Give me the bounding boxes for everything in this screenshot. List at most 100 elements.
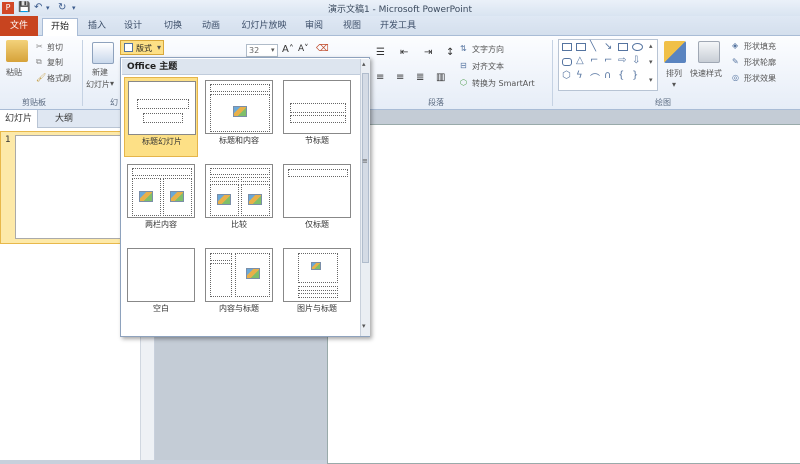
lightning-shape-icon[interactable]: ϟ bbox=[576, 70, 583, 81]
tab-view[interactable]: 视图 bbox=[338, 18, 366, 36]
quick-styles-label[interactable]: 快速样式 bbox=[690, 68, 722, 79]
shape-effects-icon[interactable]: ◎ bbox=[732, 73, 739, 82]
paste-label[interactable]: 粘贴 bbox=[6, 67, 22, 78]
right-brace-shape-icon[interactable]: } bbox=[632, 70, 638, 81]
paste-icon[interactable] bbox=[6, 40, 28, 62]
content-icons-icon bbox=[139, 191, 153, 202]
line-spacing-icon[interactable]: ↕ bbox=[446, 47, 454, 58]
tab-insert[interactable]: 插入 bbox=[82, 18, 112, 36]
copy-icon[interactable]: ⧉ bbox=[36, 57, 42, 67]
quick-styles-icon[interactable] bbox=[698, 41, 720, 63]
tab-slideshow[interactable]: 幻灯片放映 bbox=[236, 18, 292, 36]
shapes-gallery[interactable]: ╲ ↘ △ ⌐ ⌐ ⇨ ⇩ ⬡ ϟ ⌒ ∩ { } ▴ ▾ ▾ bbox=[558, 39, 658, 91]
format-painter-icon[interactable]: 🖌 bbox=[36, 73, 46, 82]
drawing-group-label: 绘图 bbox=[655, 98, 671, 107]
tab-home[interactable]: 开始 bbox=[42, 18, 78, 37]
new-slide-icon[interactable] bbox=[92, 42, 114, 64]
new-slide-dropdown-icon[interactable]: ▾ bbox=[110, 79, 114, 88]
shape-effects-label[interactable]: 形状效果 bbox=[744, 73, 776, 84]
arrow-line-shape-icon[interactable]: ↘ bbox=[604, 41, 612, 52]
elbow-arrow-shape-icon[interactable]: ⌐ bbox=[604, 55, 612, 66]
text-direction-icon[interactable]: ⇅ bbox=[460, 44, 467, 53]
decrease-indent-icon[interactable]: ⇤ bbox=[400, 47, 408, 58]
layout-title-slide[interactable]: 标题幻灯片 bbox=[124, 77, 198, 157]
triangle-shape-icon[interactable]: △ bbox=[576, 55, 584, 66]
increase-font-icon[interactable]: A˄ bbox=[282, 44, 294, 55]
left-brace-shape-icon[interactable]: { bbox=[618, 70, 624, 81]
gallery-more-icon[interactable]: ▾ bbox=[649, 76, 653, 84]
right-arrow-shape-icon[interactable]: ⇨ bbox=[618, 55, 626, 66]
elbow-connector-shape-icon[interactable]: ⌐ bbox=[590, 55, 598, 66]
gallery-scrollbar[interactable]: ▴ ≡ ▾ bbox=[360, 59, 370, 336]
cut-icon[interactable]: ✂ bbox=[36, 42, 43, 51]
hexagon-shape-icon[interactable]: ⬡ bbox=[562, 70, 571, 81]
rounded-rect-shape-icon[interactable] bbox=[562, 58, 572, 66]
align-right-icon[interactable]: ≡ bbox=[396, 72, 404, 83]
rectangle-shape-icon[interactable] bbox=[618, 43, 628, 51]
arrange-dropdown-icon[interactable]: ▾ bbox=[672, 80, 676, 89]
gallery-scroll-up-icon[interactable]: ▴ bbox=[362, 60, 366, 68]
copy-label[interactable]: 复制 bbox=[47, 57, 63, 68]
gallery-scroll-thumb[interactable] bbox=[362, 73, 369, 263]
oval-shape-icon[interactable] bbox=[632, 43, 643, 51]
cut-label[interactable]: 剪切 bbox=[47, 42, 63, 53]
font-size-field[interactable]: 32 ▾ bbox=[246, 44, 278, 57]
shape-fill-icon[interactable]: ◈ bbox=[732, 41, 738, 50]
layout-two-content[interactable]: 两栏内容 bbox=[124, 161, 198, 241]
clear-format-icon[interactable]: ⌫ bbox=[316, 44, 329, 54]
tab-animations[interactable]: 动画 bbox=[196, 18, 226, 36]
tab-file[interactable]: 文件 bbox=[0, 16, 38, 36]
arrange-label[interactable]: 排列 bbox=[666, 68, 682, 79]
align-text-label[interactable]: 对齐文本 bbox=[472, 61, 504, 72]
layout-gallery-dropdown: Office 主题 ▴ ≡ ▾ 标题幻灯片 标题和内容 节标题 两栏内容 比较 … bbox=[120, 57, 370, 337]
new-slide-label-2[interactable]: 幻灯片 bbox=[86, 79, 110, 90]
decrease-font-icon[interactable]: A˅ bbox=[298, 44, 309, 54]
justify-icon[interactable]: ≣ bbox=[416, 72, 424, 83]
bullets-icon[interactable]: ☰ bbox=[376, 47, 385, 58]
slide-canvas[interactable] bbox=[327, 124, 800, 464]
tab-transitions[interactable]: 切换 bbox=[158, 18, 188, 36]
arrange-icon[interactable] bbox=[664, 41, 686, 63]
arc-shape-icon[interactable]: ⌒ bbox=[590, 70, 600, 85]
down-arrow-shape-icon[interactable]: ⇩ bbox=[632, 55, 640, 66]
convert-smartart-label[interactable]: 转换为 SmartArt bbox=[472, 78, 535, 89]
gallery-scroll-down-icon[interactable]: ▾ bbox=[362, 322, 366, 330]
layout-comparison[interactable]: 比较 bbox=[202, 161, 276, 241]
align-center-icon[interactable]: ≡ bbox=[376, 72, 384, 83]
font-size-dropdown-icon: ▾ bbox=[271, 46, 275, 54]
slides-group-label: 幻 bbox=[110, 98, 118, 107]
layout-preview bbox=[127, 164, 195, 218]
textbox-shape-icon[interactable] bbox=[562, 43, 572, 51]
shape-outline-icon[interactable]: ✎ bbox=[732, 57, 739, 66]
layout-content-with-caption[interactable]: 内容与标题 bbox=[202, 245, 276, 325]
tab-developer[interactable]: 开发工具 bbox=[376, 18, 420, 36]
layout-section-header[interactable]: 节标题 bbox=[280, 77, 354, 157]
shape-fill-label[interactable]: 形状填充 bbox=[744, 41, 776, 52]
picture-icon bbox=[311, 262, 321, 270]
shape-outline-label[interactable]: 形状轮廓 bbox=[744, 57, 776, 68]
layout-blank[interactable]: 空白 bbox=[124, 245, 198, 325]
smartart-icon[interactable]: ⬡ bbox=[460, 78, 467, 87]
tab-design[interactable]: 设计 bbox=[118, 18, 148, 36]
new-slide-label[interactable]: 新建 bbox=[92, 67, 108, 78]
gallery-up-icon[interactable]: ▴ bbox=[649, 42, 653, 50]
tab-outline[interactable]: 大纲 bbox=[50, 110, 78, 128]
text-direction-label[interactable]: 文字方向 bbox=[472, 44, 504, 55]
vertical-textbox-shape-icon[interactable] bbox=[576, 43, 586, 51]
layout-label: 节标题 bbox=[305, 136, 329, 145]
title-placeholder bbox=[298, 286, 338, 291]
columns-icon[interactable]: ▥ bbox=[436, 72, 445, 83]
layout-title-and-content[interactable]: 标题和内容 bbox=[202, 77, 276, 157]
line-shape-icon[interactable]: ╲ bbox=[590, 41, 596, 52]
slide-thumbnail[interactable]: 1 bbox=[0, 131, 140, 244]
curve-shape-icon[interactable]: ∩ bbox=[604, 70, 611, 81]
format-painter-label[interactable]: 格式刷 bbox=[47, 73, 71, 84]
layout-button[interactable]: 版式 ▾ bbox=[120, 40, 164, 55]
layout-title-only[interactable]: 仅标题 bbox=[280, 161, 354, 241]
gallery-down-icon[interactable]: ▾ bbox=[649, 58, 653, 66]
align-text-icon[interactable]: ⊟ bbox=[460, 61, 467, 70]
tab-review[interactable]: 审阅 bbox=[300, 18, 328, 36]
tab-slides[interactable]: 幻灯片 bbox=[0, 110, 39, 128]
layout-picture-with-caption[interactable]: 图片与标题 bbox=[280, 245, 354, 325]
increase-indent-icon[interactable]: ⇥ bbox=[424, 47, 432, 58]
